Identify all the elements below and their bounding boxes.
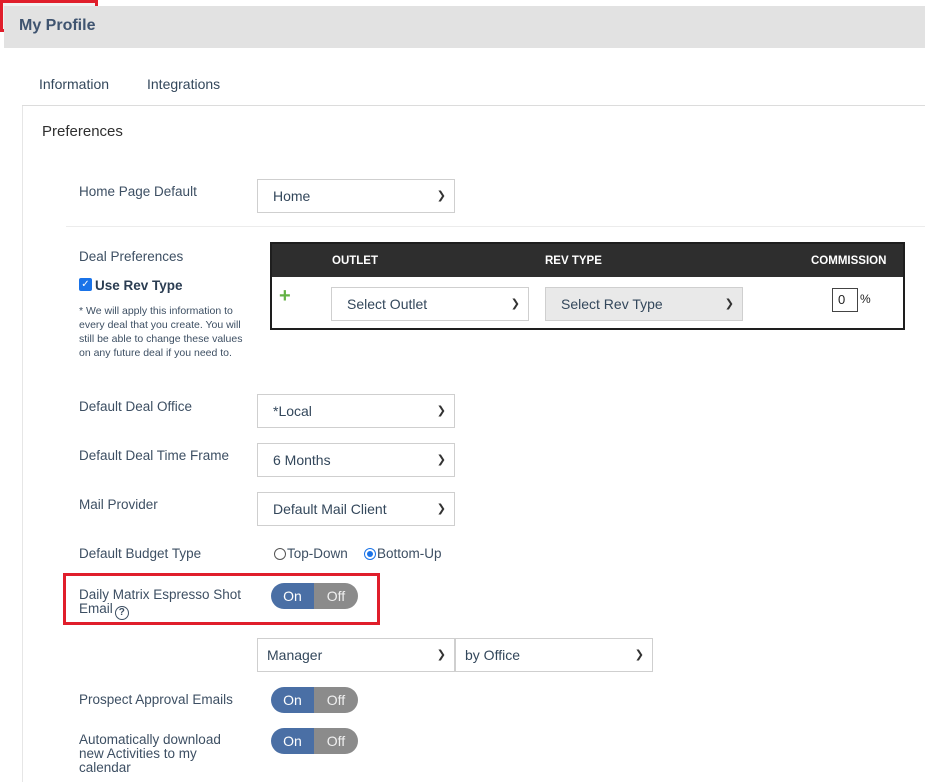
- tab-information[interactable]: Information: [39, 76, 109, 92]
- commission-input[interactable]: 0: [832, 288, 858, 312]
- budget-type-top-down-label: Top-Down: [287, 546, 348, 561]
- page-title: My Profile: [19, 17, 96, 34]
- toggle-on-option[interactable]: On: [271, 728, 314, 754]
- percent-sign: %: [860, 292, 871, 306]
- use-rev-type-label: Use Rev Type: [95, 278, 183, 293]
- outlet-select[interactable]: Select Outlet ❯: [331, 287, 529, 321]
- matrix-role-value: Manager: [267, 647, 323, 663]
- help-icon[interactable]: ?: [114, 606, 129, 620]
- auto-download-activities-label: Automatically download new Activities to…: [79, 733, 221, 775]
- matrix-role-select[interactable]: Manager ❯: [257, 638, 455, 672]
- auto-download-label-line2: new Activities to my: [79, 746, 197, 761]
- rev-type-select[interactable]: Select Rev Type ❯: [545, 287, 743, 321]
- chevron-down-icon: ❯: [436, 503, 446, 515]
- tab-integrations[interactable]: Integrations: [147, 76, 220, 92]
- deal-preferences-note: * We will apply this information to ever…: [79, 305, 243, 359]
- home-page-default-label: Home Page Default: [79, 184, 197, 199]
- mail-provider-value: Default Mail Client: [273, 501, 387, 517]
- daily-matrix-email-label-line1: Daily Matrix Espresso Shot: [79, 587, 242, 602]
- home-page-default-select[interactable]: Home ❯: [257, 179, 455, 213]
- budget-type-bottom-up-label: Bottom-Up: [377, 546, 442, 561]
- add-row-icon[interactable]: +: [279, 285, 291, 308]
- rev-type-select-value: Select Rev Type: [561, 296, 663, 312]
- default-deal-office-value: *Local: [273, 403, 312, 419]
- toggle-on-option[interactable]: On: [271, 687, 314, 713]
- toggle-off-option[interactable]: Off: [314, 687, 358, 713]
- prospect-approval-emails-toggle[interactable]: On Off: [271, 687, 358, 713]
- budget-type-bottom-up-radio[interactable]: [364, 548, 376, 560]
- prospect-approval-emails-label: Prospect Approval Emails: [79, 692, 233, 707]
- tabs-divider: [22, 105, 925, 106]
- use-rev-type-checkbox[interactable]: ✓: [79, 278, 92, 291]
- column-header-outlet: OUTLET: [332, 255, 378, 267]
- chevron-down-icon: ❯: [724, 298, 734, 310]
- chevron-down-icon: ❯: [436, 190, 446, 202]
- default-deal-office-label: Default Deal Office: [79, 399, 193, 414]
- section-title: Preferences: [42, 123, 123, 140]
- column-header-rev-type: REV TYPE: [545, 255, 602, 267]
- content-left-border: [22, 106, 23, 782]
- matrix-group-select[interactable]: by Office ❯: [455, 638, 653, 672]
- daily-matrix-email-toggle[interactable]: On Off: [271, 583, 358, 609]
- chevron-down-icon: ❯: [510, 298, 520, 310]
- home-page-default-value: Home: [273, 188, 311, 204]
- default-deal-office-select[interactable]: *Local ❯: [257, 394, 455, 428]
- auto-download-label-line1: Automatically download: [79, 732, 221, 747]
- mail-provider-label: Mail Provider: [79, 497, 158, 512]
- column-header-commission: COMMISSION: [811, 255, 887, 267]
- default-deal-time-frame-value: 6 Months: [273, 452, 331, 468]
- chevron-down-icon: ❯: [436, 649, 446, 661]
- toggle-off-option[interactable]: Off: [314, 728, 358, 754]
- default-deal-time-frame-label: Default Deal Time Frame: [79, 448, 230, 463]
- budget-type-top-down-radio[interactable]: [274, 548, 286, 560]
- default-budget-type-label: Default Budget Type: [79, 546, 202, 561]
- page-header: My Profile: [4, 6, 925, 48]
- chevron-down-icon: ❯: [634, 649, 644, 661]
- daily-matrix-email-label-line2: Email: [79, 601, 113, 616]
- toggle-on-option[interactable]: On: [271, 583, 314, 609]
- daily-matrix-email-label: Daily Matrix Espresso Shot Email?: [79, 588, 241, 620]
- matrix-group-value: by Office: [465, 647, 520, 663]
- deal-preferences-label: Deal Preferences: [79, 249, 184, 264]
- table-header-row: OUTLET REV TYPE COMMISSION: [272, 244, 903, 277]
- section-divider: [66, 226, 925, 227]
- auto-download-activities-toggle[interactable]: On Off: [271, 728, 358, 754]
- outlet-select-value: Select Outlet: [347, 296, 428, 312]
- auto-download-label-line3: calendar: [79, 760, 131, 775]
- chevron-down-icon: ❯: [436, 405, 446, 417]
- toggle-off-option[interactable]: Off: [314, 583, 358, 609]
- mail-provider-select[interactable]: Default Mail Client ❯: [257, 492, 455, 526]
- chevron-down-icon: ❯: [436, 454, 446, 466]
- default-deal-time-frame-select[interactable]: 6 Months ❯: [257, 443, 455, 477]
